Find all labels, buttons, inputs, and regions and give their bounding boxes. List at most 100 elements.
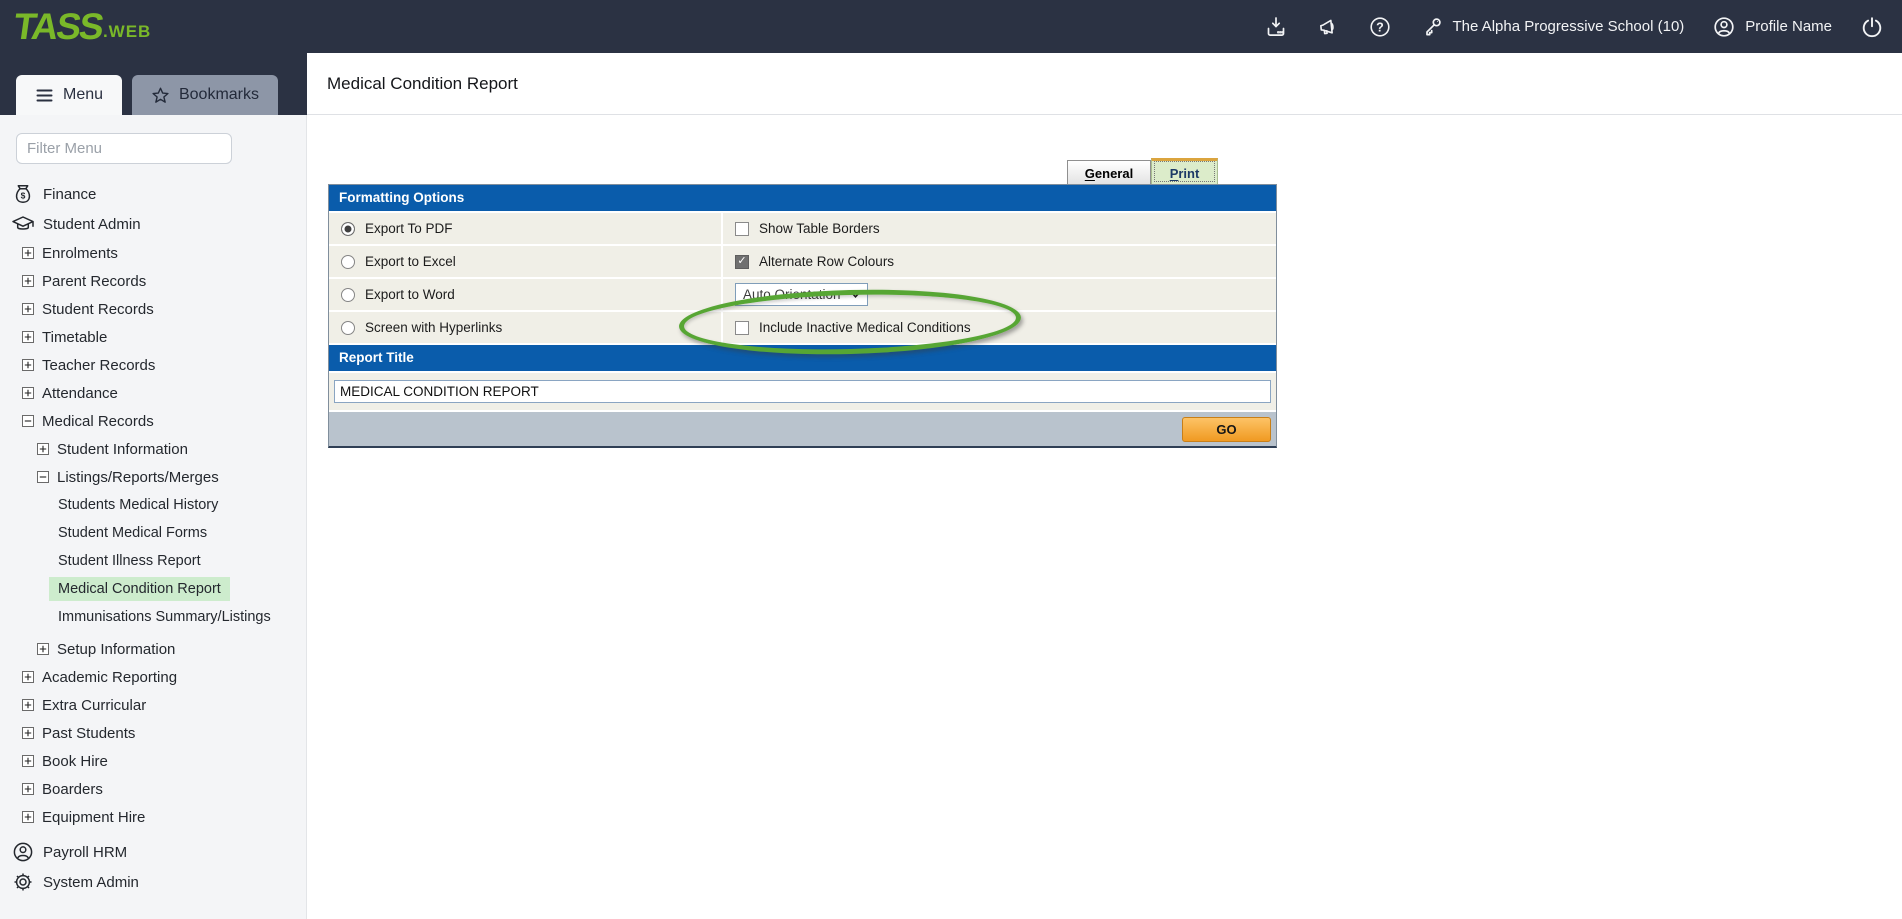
sidebar-item-setup-information[interactable]: Setup Information bbox=[0, 635, 306, 663]
tab-menu[interactable]: Menu bbox=[16, 75, 122, 115]
radio-export-to-excel[interactable] bbox=[341, 255, 355, 269]
sidebar-item-label: Timetable bbox=[42, 329, 107, 346]
filter-menu-input[interactable] bbox=[16, 133, 232, 164]
formatting-options-header: Formatting Options bbox=[329, 185, 1276, 211]
sidebar-item-student-admin[interactable]: Student Admin bbox=[0, 209, 306, 239]
power-icon[interactable] bbox=[1860, 15, 1884, 39]
help-icon[interactable]: ? bbox=[1368, 15, 1392, 39]
sidebar-item-book-hire[interactable]: Book Hire bbox=[0, 747, 306, 775]
tab-general-label: General bbox=[1085, 166, 1133, 181]
sidebar-item-students-medical-history[interactable]: Students Medical History bbox=[0, 491, 306, 519]
plus-expander-icon[interactable] bbox=[22, 331, 34, 343]
sidebar-item-immunisations-summary-listings[interactable]: Immunisations Summary/Listings bbox=[0, 603, 306, 631]
gear-icon bbox=[12, 871, 34, 893]
sidebar-item-timetable[interactable]: Timetable bbox=[0, 323, 306, 351]
sidebar-item-parent-records[interactable]: Parent Records bbox=[0, 267, 306, 295]
plus-expander-icon[interactable] bbox=[22, 755, 34, 767]
sidebar-item-extra-curricular[interactable]: Extra Curricular bbox=[0, 691, 306, 719]
sidebar-item-past-students[interactable]: Past Students bbox=[0, 719, 306, 747]
option-label-export-to-pdf[interactable]: Export To PDF bbox=[365, 221, 453, 236]
sidebar-item-system-admin[interactable]: System Admin bbox=[0, 867, 306, 897]
sidebar-item-label: Parent Records bbox=[42, 273, 146, 290]
main-content: General Print Formatting Options Export … bbox=[307, 115, 1902, 919]
sidebar-item-label: Extra Curricular bbox=[42, 697, 146, 714]
sidebar-item-attendance[interactable]: Attendance bbox=[0, 379, 306, 407]
plus-expander-icon[interactable] bbox=[22, 671, 34, 683]
key-icon bbox=[1420, 15, 1444, 39]
sidebar-item-equipment-hire[interactable]: Equipment Hire bbox=[0, 803, 306, 831]
sidebar-item-boarders[interactable]: Boarders bbox=[0, 775, 306, 803]
sidebar-item-academic-reporting[interactable]: Academic Reporting bbox=[0, 663, 306, 691]
radio-export-to-word[interactable] bbox=[341, 288, 355, 302]
tab-general[interactable]: General bbox=[1067, 160, 1151, 185]
orientation-select-value: Auto Orientation bbox=[743, 287, 841, 302]
option-label-export-to-excel[interactable]: Export to Excel bbox=[365, 254, 456, 269]
sidebar-item-finance[interactable]: $Finance bbox=[0, 179, 306, 209]
plus-expander-icon[interactable] bbox=[22, 359, 34, 371]
report-title-input[interactable] bbox=[334, 380, 1271, 403]
plus-expander-icon[interactable] bbox=[22, 247, 34, 259]
option-label-export-to-word[interactable]: Export to Word bbox=[365, 287, 455, 302]
report-title-row bbox=[329, 373, 1276, 410]
download-icon[interactable] bbox=[1264, 15, 1288, 39]
sidebar-item-label: Student Records bbox=[42, 301, 154, 318]
money-bag-icon: $ bbox=[12, 183, 34, 205]
sidebar-item-label: Student Illness Report bbox=[58, 553, 201, 569]
school-selector[interactable]: The Alpha Progressive School (10) bbox=[1420, 15, 1685, 39]
sidebar-item-payroll-hrm[interactable]: Payroll HRM bbox=[0, 837, 306, 867]
plus-expander-icon[interactable] bbox=[22, 811, 34, 823]
plus-expander-icon[interactable] bbox=[22, 275, 34, 287]
sidebar-item-teacher-records[interactable]: Teacher Records bbox=[0, 351, 306, 379]
sidebar-item-student-records[interactable]: Student Records bbox=[0, 295, 306, 323]
sidebar-item-label: Students Medical History bbox=[58, 497, 218, 513]
plus-expander-icon[interactable] bbox=[37, 643, 49, 655]
option-row-export-to-excel: Export to Excel bbox=[329, 246, 721, 277]
radio-screen-with-hyperlinks[interactable] bbox=[341, 321, 355, 335]
sidebar-item-medical-condition-report[interactable]: Medical Condition Report bbox=[0, 575, 306, 603]
logo-tass-text: TASS bbox=[11, 8, 104, 45]
sidebar-item-label: Student Admin bbox=[43, 216, 141, 233]
option-label-show-table-borders[interactable]: Show Table Borders bbox=[759, 221, 880, 236]
tab-bookmarks[interactable]: Bookmarks bbox=[132, 75, 278, 115]
profile-menu[interactable]: Profile Name bbox=[1712, 15, 1832, 39]
megaphone-icon[interactable] bbox=[1316, 15, 1340, 39]
radio-export-to-pdf[interactable] bbox=[341, 222, 355, 236]
plus-expander-icon[interactable] bbox=[22, 699, 34, 711]
option-row-alternate-row-colours: ✓ Alternate Row Colours bbox=[723, 246, 1276, 277]
chevron-down-icon bbox=[851, 292, 860, 298]
minus-expander-icon[interactable] bbox=[37, 471, 49, 483]
graduation-cap-icon bbox=[12, 213, 34, 235]
option-label-screen-with-hyperlinks[interactable]: Screen with Hyperlinks bbox=[365, 320, 502, 335]
orientation-select[interactable]: Auto Orientation bbox=[735, 283, 868, 306]
sidebar-item-label: Attendance bbox=[42, 385, 118, 402]
sidebar-item-medical-records[interactable]: Medical Records bbox=[0, 407, 306, 435]
plus-expander-icon[interactable] bbox=[22, 303, 34, 315]
checkbox-include-inactive-medical-conditions[interactable] bbox=[735, 321, 749, 335]
logo-web-text: .WEB bbox=[103, 22, 151, 42]
sidebar-item-student-information[interactable]: Student Information bbox=[0, 435, 306, 463]
sidebar-item-enrolments[interactable]: Enrolments bbox=[0, 239, 306, 267]
checkbox-alternate-row-colours[interactable]: ✓ bbox=[735, 255, 749, 269]
tab-print-label: Print bbox=[1170, 166, 1200, 181]
tass-logo[interactable]: TASS .WEB bbox=[14, 8, 151, 45]
sidebar-item-label: Equipment Hire bbox=[42, 809, 145, 826]
plus-expander-icon[interactable] bbox=[22, 387, 34, 399]
minus-expander-icon[interactable] bbox=[22, 415, 34, 427]
sidebar-item-label: Enrolments bbox=[42, 245, 118, 262]
option-label-include-inactive-medical-conditions[interactable]: Include Inactive Medical Conditions bbox=[759, 320, 971, 335]
plus-expander-icon[interactable] bbox=[37, 443, 49, 455]
profile-name: Profile Name bbox=[1745, 18, 1832, 35]
option-row-export-to-word: Export to Word bbox=[329, 279, 721, 310]
report-options-panel: Formatting Options Export To PDF Show Tab… bbox=[328, 184, 1277, 448]
sidebar-item-label: Setup Information bbox=[57, 641, 175, 658]
sidebar-item-student-illness-report[interactable]: Student Illness Report bbox=[0, 547, 306, 575]
go-button[interactable]: GO bbox=[1182, 417, 1271, 442]
tab-print[interactable]: Print bbox=[1151, 158, 1218, 185]
sidebar-item-label: Listings/Reports/Merges bbox=[57, 469, 219, 486]
plus-expander-icon[interactable] bbox=[22, 727, 34, 739]
plus-expander-icon[interactable] bbox=[22, 783, 34, 795]
option-label-alternate-row-colours[interactable]: Alternate Row Colours bbox=[759, 254, 894, 269]
checkbox-show-table-borders[interactable] bbox=[735, 222, 749, 236]
sidebar-item-listings-reports-merges[interactable]: Listings/Reports/Merges bbox=[0, 463, 306, 491]
sidebar-item-student-medical-forms[interactable]: Student Medical Forms bbox=[0, 519, 306, 547]
